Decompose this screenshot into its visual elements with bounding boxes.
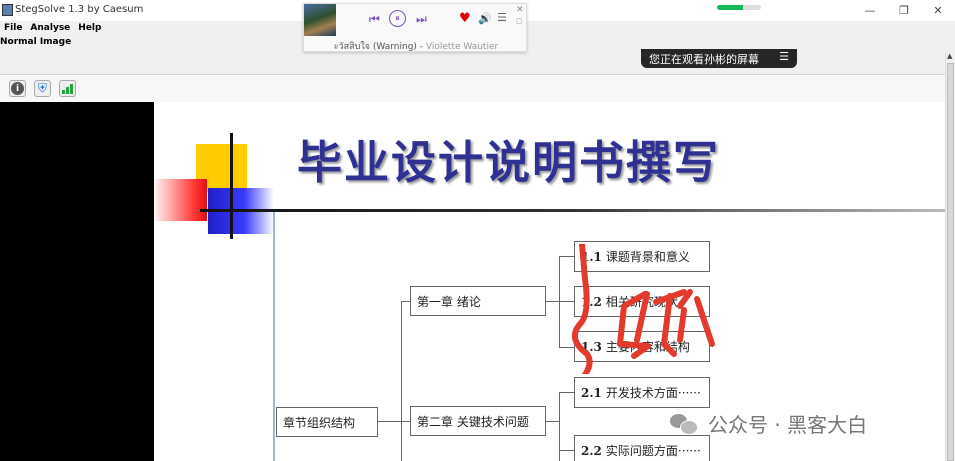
screen-share-banner[interactable]: 您正在观看孙彬的屏幕 ☰ [641,49,797,68]
connector [546,301,560,302]
frame-left-line [273,212,275,461]
connector [546,421,560,422]
signal-button[interactable] [59,80,76,97]
decor-vertical-line [230,133,233,239]
menu-help[interactable]: Help [74,21,105,36]
section-node: 2.2 实际问题方面······ [574,435,710,461]
track-info: ะวัสสิบใจ (Warning) - Violette Wautier [333,42,499,52]
window-title: StegSolve 1.3 by Caesum [15,4,144,15]
track-artist: Violette Wautier [425,42,499,52]
connector [559,392,575,393]
shield-icon: ⛨ [37,81,47,95]
decor-horizontal-line [200,209,945,212]
connector [559,256,560,348]
signal-bars-icon [62,83,73,94]
progress-bar [717,5,761,10]
next-icon[interactable]: ⏭ [416,12,427,27]
shield-button[interactable]: ⛨ [34,80,51,97]
vertical-scrollbar[interactable]: ▲ [945,52,955,461]
scrollbar-thumb[interactable] [947,63,954,461]
pause-icon: ⏸ [395,13,400,24]
info-icon: i [11,82,24,95]
wechat-icon [670,412,698,435]
progress-fill [717,5,744,10]
image-side-panel [0,102,154,461]
connector [401,301,402,461]
album-art [304,4,336,36]
playlist-icon[interactable]: ☰ [497,11,507,24]
section-node: 2.1 开发技术方面······ [574,377,710,408]
like-icon[interactable]: ♥ [459,11,471,26]
screen-share-text: 您正在观看孙彬的屏幕 [649,53,759,66]
previous-icon[interactable]: ⏮ [369,12,380,27]
close-button[interactable]: ✕ [921,0,955,21]
handwritten-annotation [572,244,715,374]
media-player: ⏮ ⏸ ⏭ ♥ 🔊 ☰ ✕ ▢ ะวัสสิบใจ (Warning) - Vi… [303,3,527,52]
image-mode-label: Normal Image [0,37,72,47]
window-controls: — ❐ ✕ [853,0,955,21]
track-title: ะวัสสิบใจ (Warning) [333,42,417,52]
volume-icon[interactable]: 🔊 [478,12,492,25]
minimize-button[interactable]: — [853,0,887,21]
maximize-button[interactable]: ❐ [887,0,921,21]
menu-icon[interactable]: ☰ [779,50,789,63]
menu-analyse[interactable]: Analyse [26,21,74,36]
info-button[interactable]: i [9,80,26,97]
chapter-node: 第二章 关键技术问题 [410,406,546,436]
connector [559,450,575,451]
root-node: 章节组织结构 [276,407,378,437]
slide-title: 毕业设计说明书撰写 [297,136,721,189]
connector [378,421,402,422]
pause-button[interactable]: ⏸ [389,10,406,27]
player-close-icon[interactable]: ✕ [516,5,524,15]
decor-red-block [154,179,207,221]
app-icon [2,4,13,16]
chapter-node: 第一章 绪论 [410,286,546,316]
menu-file[interactable]: File [0,21,26,36]
toolbar: i ⛨ [0,74,945,104]
watermark-text: 公众号 · 黑客大白 [708,412,868,437]
watermark: 公众号 · 黑客大白 [670,408,867,438]
scroll-up-icon[interactable]: ▲ [947,52,952,60]
player-mini-icon[interactable]: ▢ [516,17,523,25]
